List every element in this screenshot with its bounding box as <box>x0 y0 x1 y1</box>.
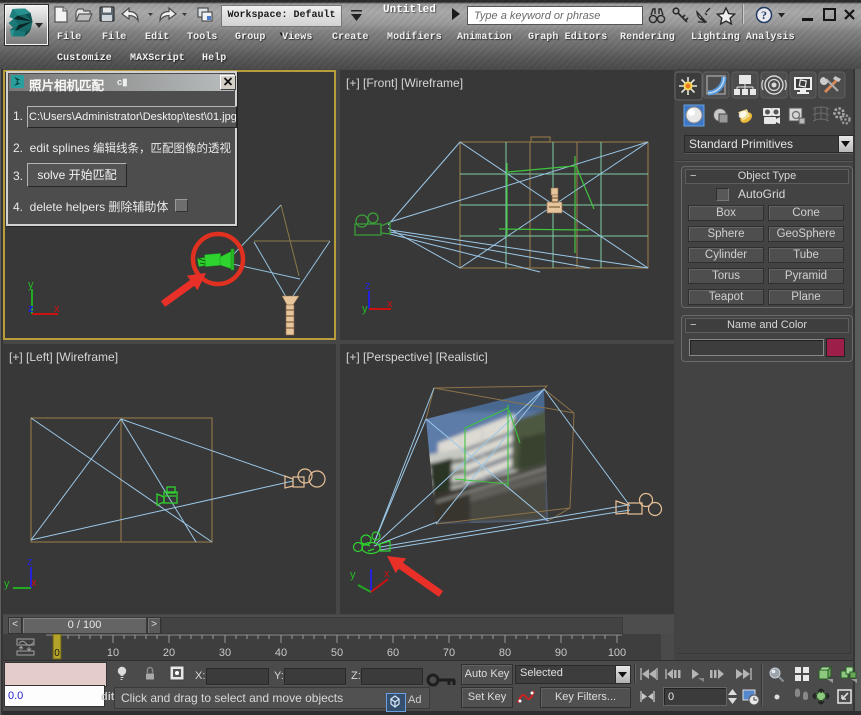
svg-text:100: 100 <box>608 647 626 659</box>
svg-text:y: y <box>362 303 368 315</box>
svg-text:70: 70 <box>443 647 455 659</box>
svg-text:z: z <box>28 303 34 315</box>
svg-text:60: 60 <box>387 647 399 659</box>
svg-text:y: y <box>4 578 10 590</box>
svg-text:x: x <box>31 577 37 589</box>
svg-text:40: 40 <box>275 647 287 659</box>
svg-text:z: z <box>365 280 371 292</box>
svg-text:90: 90 <box>555 647 567 659</box>
svg-text:80: 80 <box>499 647 511 659</box>
svg-text:y: y <box>350 569 356 581</box>
svg-text:30: 30 <box>219 647 231 659</box>
svg-text:20: 20 <box>163 647 175 659</box>
svg-text:50: 50 <box>331 647 343 659</box>
svg-text:x: x <box>54 303 60 315</box>
svg-text:x: x <box>387 298 393 310</box>
svg-text:?: ? <box>761 8 767 22</box>
svg-text:0: 0 <box>54 648 60 659</box>
svg-text:z: z <box>27 556 33 568</box>
svg-text:x: x <box>384 568 390 580</box>
svg-text:y: y <box>28 279 34 291</box>
svg-text:10: 10 <box>107 647 119 659</box>
